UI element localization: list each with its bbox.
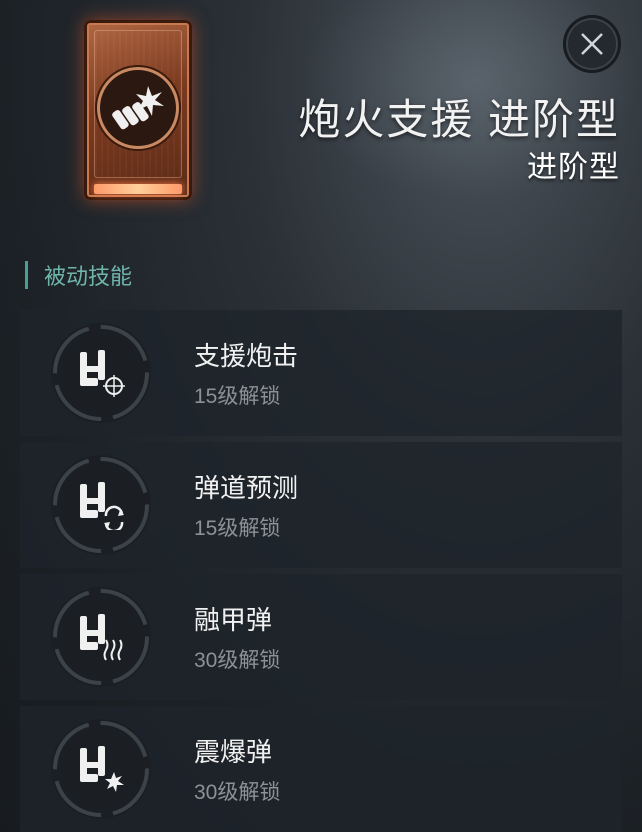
- skill-row-armor-melt-shell[interactable]: 融甲弹 30级解锁: [20, 574, 622, 700]
- section-header: 被动技能: [25, 260, 132, 290]
- skill-name: 震爆弹: [194, 737, 273, 767]
- close-icon: [581, 33, 603, 55]
- skill-icon-frame: [48, 584, 154, 690]
- skill-row-concussion-shell[interactable]: 震爆弹 30级解锁: [20, 706, 622, 832]
- section-accent-bar: [25, 261, 28, 289]
- trajectory-predict-icon: [80, 482, 124, 530]
- skill-row-support-strike[interactable]: 支援炮击 15级解锁: [20, 310, 622, 436]
- page-subtitle: 进阶型: [527, 151, 620, 184]
- skill-icon-frame: [48, 320, 154, 426]
- skill-name: 支援炮击: [194, 341, 299, 371]
- skill-icon-frame: [48, 452, 154, 558]
- armor-melt-shell-icon: [80, 614, 123, 661]
- skill-unlock-level: 30级解锁: [194, 781, 281, 804]
- skill-row-trajectory-predict[interactable]: 弹道预测 15级解锁: [20, 442, 622, 568]
- skill-name: 融甲弹: [194, 605, 273, 635]
- skill-unlock-level: 30级解锁: [194, 649, 281, 672]
- artillery-support-icon: [100, 70, 176, 146]
- skill-card: [84, 20, 192, 200]
- skill-unlock-level: 15级解锁: [194, 517, 281, 540]
- section-label: 被动技能: [44, 264, 133, 289]
- support-strike-icon: [80, 350, 125, 397]
- skill-name: 弹道预测: [194, 473, 299, 503]
- skill-icon-frame: [48, 716, 154, 822]
- card-glow-strip: [94, 184, 182, 194]
- concussion-shell-icon: [80, 746, 124, 792]
- skill-unlock-level: 15级解锁: [194, 385, 281, 408]
- page-title: 炮火支援 进阶型: [298, 96, 620, 143]
- close-button[interactable]: [563, 15, 621, 73]
